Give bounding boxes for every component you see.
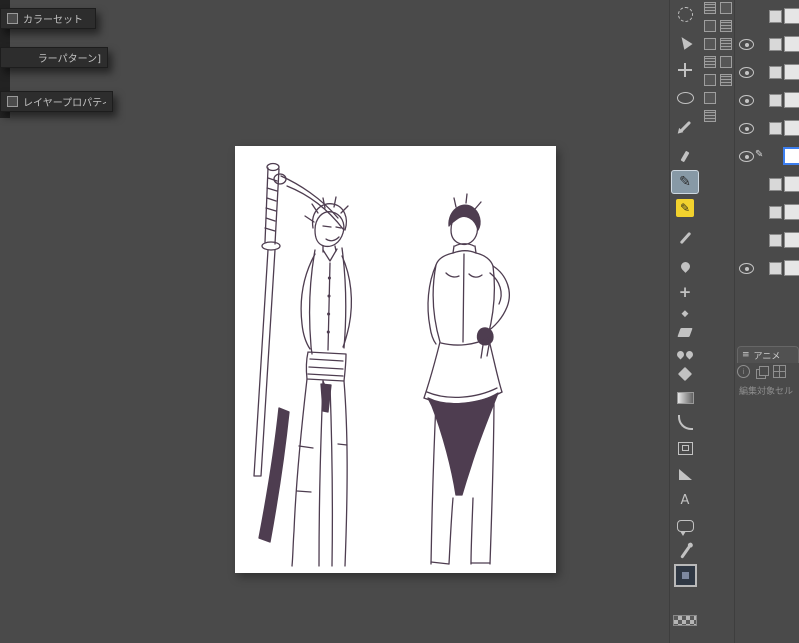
layer-property-label: レイヤープロパティ <box>23 98 106 109</box>
decoration-tool-icon[interactable]: + <box>671 280 699 304</box>
layer-thumbnail[interactable] <box>784 36 799 52</box>
layer-row-selected[interactable]: ✎ <box>736 142 799 170</box>
lasso-tool-icon[interactable] <box>671 86 699 110</box>
main-color-swatch[interactable] <box>671 562 699 588</box>
eyedropper-tool-icon[interactable] <box>671 114 699 138</box>
layer-type-box[interactable] <box>769 262 782 275</box>
subtool-icon[interactable] <box>704 74 716 86</box>
layer-type-box[interactable] <box>769 10 782 23</box>
layer-row[interactable] <box>736 254 799 282</box>
line-correction-tool-icon[interactable] <box>671 540 699 564</box>
layer-row[interactable] <box>736 30 799 58</box>
cel-stack-icon[interactable] <box>756 366 769 379</box>
subtool-icon[interactable] <box>720 56 732 68</box>
fill-tool-icon[interactable] <box>671 362 699 386</box>
color-pattern-panel-tab[interactable]: ラーパターン] <box>0 47 108 68</box>
layer-property-panel-tab[interactable]: レイヤープロパティ <box>0 91 113 112</box>
layer-thumbnail[interactable] <box>784 204 799 220</box>
edit-target-cel-label: 編集対象セル <box>739 387 794 397</box>
layer-row[interactable] <box>736 198 799 226</box>
animation-tab-label: アニメ <box>753 351 781 362</box>
eraser-tool-icon[interactable] <box>671 320 699 344</box>
layer-row[interactable] <box>736 86 799 114</box>
select-cursor-tool-icon[interactable] <box>671 30 699 54</box>
layer-thumbnail[interactable] <box>784 92 799 108</box>
subtool-icon[interactable] <box>720 38 732 50</box>
subtool-icon[interactable] <box>720 74 732 86</box>
toolbar-divider <box>669 0 670 643</box>
subtool-icon[interactable] <box>704 56 716 68</box>
layer-thumbnail[interactable] <box>784 120 799 136</box>
layer-visibility-eye-icon[interactable] <box>739 39 754 50</box>
layer-visibility-eye-icon[interactable] <box>739 151 754 162</box>
animation-panel-tab[interactable]: ≡ アニメ <box>737 346 799 363</box>
text-tool-icon[interactable]: A <box>671 488 699 512</box>
rotate-tool-icon[interactable] <box>671 2 699 26</box>
subtool-icon[interactable] <box>704 2 716 14</box>
layer-type-box[interactable] <box>769 178 782 191</box>
layer-thumbnail[interactable] <box>783 147 799 165</box>
pencil-tool-icon[interactable]: ✎ <box>671 196 699 220</box>
brush-tool-icon[interactable] <box>671 226 699 250</box>
layer-thumbnail[interactable] <box>784 8 799 24</box>
layer-visibility-eye-icon[interactable] <box>739 123 754 134</box>
subtool-icon[interactable] <box>720 20 732 32</box>
layer-visibility-eye-icon[interactable] <box>739 263 754 274</box>
line-art-sketch <box>253 162 510 567</box>
onion-skin-icon[interactable]: i <box>737 365 750 378</box>
layer-type-box[interactable] <box>769 122 782 135</box>
layer-row[interactable] <box>736 58 799 86</box>
palette-icon <box>7 13 18 24</box>
layer-thumbnail[interactable] <box>784 64 799 80</box>
layer-thumbnail[interactable] <box>784 232 799 248</box>
airbrush-tool-icon[interactable] <box>671 254 699 278</box>
layer-row[interactable] <box>736 2 799 30</box>
curve-tool-icon[interactable] <box>671 410 699 434</box>
balloon-tool-icon[interactable] <box>671 514 699 538</box>
subtool-icon[interactable] <box>704 20 716 32</box>
color-set-panel-tab[interactable]: カラーセット <box>0 8 96 29</box>
subtool-icon[interactable] <box>704 38 716 50</box>
layer-thumbnail[interactable] <box>784 260 799 276</box>
layer-panel-divider <box>734 0 735 643</box>
pen-tool-icon[interactable]: ✎ <box>671 170 699 194</box>
layer-type-box[interactable] <box>769 38 782 51</box>
frame-border-tool-icon[interactable] <box>671 436 699 460</box>
layer-property-icon <box>7 96 18 107</box>
editing-pencil-icon: ✎ <box>755 149 764 160</box>
transparent-color-icon[interactable] <box>671 612 699 628</box>
menu-lines-icon: ≡ <box>742 350 750 360</box>
subtool-icon[interactable] <box>704 110 716 122</box>
color-pattern-label: ラーパターン] <box>37 54 101 65</box>
layer-row[interactable] <box>736 226 799 254</box>
gradient-tool-icon[interactable] <box>671 386 699 410</box>
layer-type-box[interactable] <box>769 234 782 247</box>
subtool-icon[interactable] <box>720 2 732 14</box>
layer-type-box[interactable] <box>769 94 782 107</box>
move-tool-icon[interactable] <box>671 58 699 82</box>
layer-type-box[interactable] <box>769 66 782 79</box>
color-set-label: カラーセット <box>23 15 83 26</box>
layer-visibility-eye-icon[interactable] <box>739 67 754 78</box>
paint-app-window: カラーセット ラーパターン] レイヤープロパティ ✎ ✎ + ◆ A ✎ ≡ ア… <box>0 0 799 643</box>
marker-tool-icon[interactable] <box>671 144 699 168</box>
layer-type-box[interactable] <box>769 206 782 219</box>
layer-visibility-eye-icon[interactable] <box>739 95 754 106</box>
grid-icon[interactable] <box>773 365 786 378</box>
subtool-icon[interactable] <box>704 92 716 104</box>
drawing-canvas[interactable] <box>235 146 556 573</box>
animation-toolbar: i <box>737 365 786 379</box>
layer-thumbnail[interactable] <box>784 176 799 192</box>
ruler-tool-icon[interactable] <box>671 462 699 486</box>
layer-row[interactable] <box>736 170 799 198</box>
layer-row[interactable] <box>736 114 799 142</box>
